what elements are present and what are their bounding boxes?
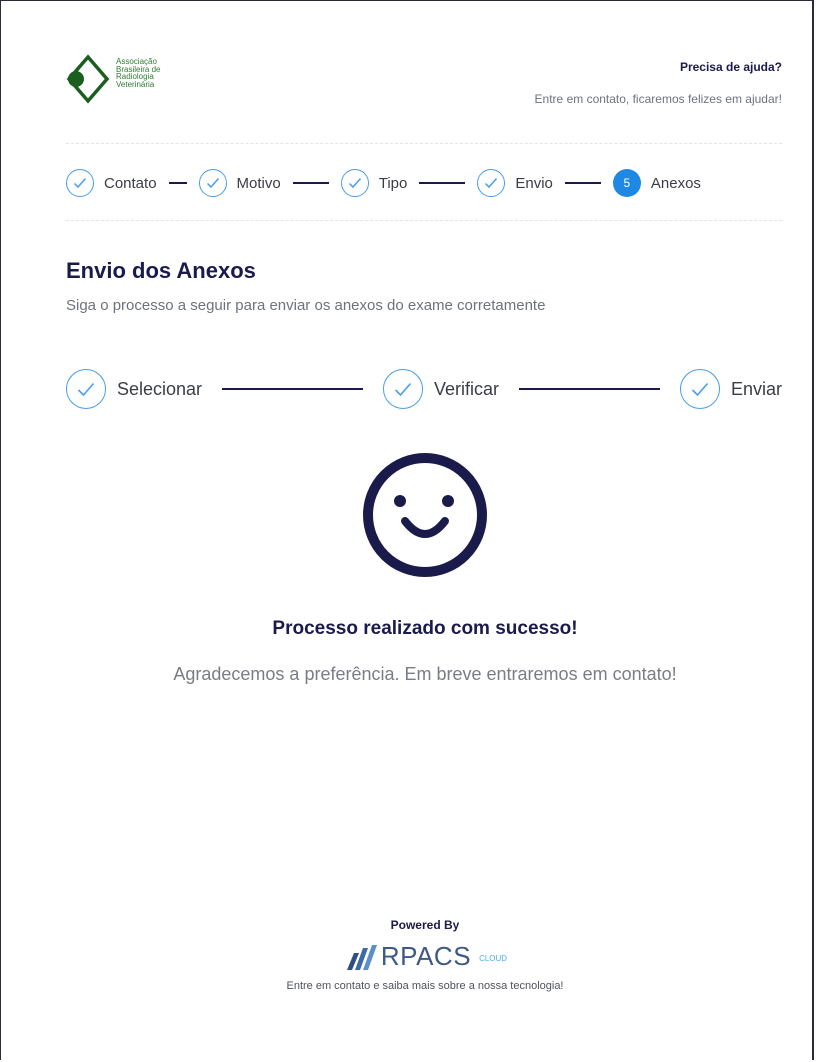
check-circle-icon	[340, 169, 369, 197]
upload-substeps: Selecionar Verificar Enviar	[66, 369, 782, 409]
substep-enviar: Enviar	[679, 369, 782, 409]
smiley-icon	[363, 453, 487, 577]
step-contato[interactable]: Contato	[66, 169, 157, 197]
substep-selecionar: Selecionar	[66, 369, 202, 409]
logo-line: Veterinária	[116, 79, 155, 89]
substep-label: Verificar	[434, 378, 500, 399]
check-circle-icon	[679, 369, 720, 409]
check-circle-icon	[383, 369, 423, 409]
footer: Powered By RPACS CLOUD Entre em contato …	[0, 918, 816, 992]
step-label: Contato	[104, 174, 157, 192]
logo-text: Associação Brasileira de Radiologia Vete…	[116, 58, 160, 88]
rpacs-logo[interactable]: RPACS CLOUD	[343, 941, 507, 972]
check-circle-icon	[198, 169, 227, 197]
divider	[66, 143, 782, 144]
check-circle-icon	[66, 369, 106, 409]
step-label: Anexos	[650, 174, 701, 192]
rpacs-mark-icon	[346, 944, 377, 970]
header: Associação Brasileira de Radiologia Vete…	[66, 54, 782, 106]
help-subtitle: Entre em contato, ficaremos felizes em a…	[534, 92, 782, 106]
step-envio[interactable]: Envio	[477, 169, 553, 197]
logo-diamond-icon	[66, 54, 110, 104]
association-logo[interactable]: Associação Brasileira de Radiologia Vete…	[66, 54, 160, 104]
footer-tagline: Entre em contato e saiba mais sobre a no…	[286, 979, 564, 992]
step-separator	[168, 182, 187, 184]
substep-label: Selecionar	[117, 378, 203, 399]
step-tipo[interactable]: Tipo	[340, 169, 408, 197]
brand-suffix: CLOUD	[479, 954, 508, 963]
help-box: Precisa de ajuda? Entre em contato, fica…	[535, 60, 782, 106]
step-motivo[interactable]: Motivo	[198, 169, 281, 197]
success-message: Agradecemos a preferência. Em breve entr…	[173, 664, 677, 684]
check-circle-icon	[66, 169, 94, 197]
powered-by-label: Powered By	[390, 918, 460, 932]
step-anexos[interactable]: 5 Anexos	[612, 169, 701, 197]
page-title: Envio dos Anexos	[66, 258, 256, 283]
substep-separator	[222, 388, 363, 390]
page-subtitle: Siga o processo a seguir para enviar os …	[66, 297, 546, 314]
step-separator	[564, 182, 601, 184]
success-title: Processo realizado com sucesso!	[272, 618, 578, 639]
step-separator	[419, 182, 466, 184]
step-label: Motivo	[236, 174, 281, 192]
step-label: Tipo	[378, 174, 408, 192]
help-title: Precisa de ajuda?	[679, 60, 782, 74]
check-circle-icon	[477, 169, 506, 197]
progress-steps: Contato Motivo Tipo Envio 5 Anexos	[66, 168, 782, 198]
step-label: Envio	[515, 174, 553, 192]
substep-label: Enviar	[730, 378, 782, 399]
step-number-badge: 5	[612, 169, 641, 197]
substep-verificar: Verificar	[383, 369, 499, 409]
substep-separator	[519, 388, 660, 390]
brand-name: RPACS	[380, 941, 472, 971]
divider	[66, 220, 782, 221]
step-separator	[292, 182, 329, 184]
